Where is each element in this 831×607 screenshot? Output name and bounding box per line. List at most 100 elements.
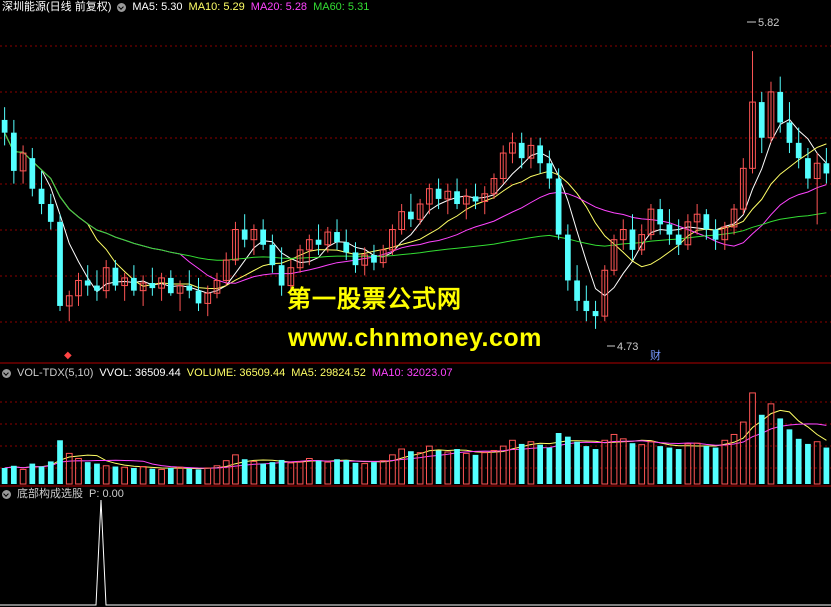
candle-body <box>84 280 91 286</box>
candle-body <box>435 188 442 199</box>
vvol-label: VVOL: 36509.44 <box>99 367 181 379</box>
volume-bar <box>647 441 655 485</box>
volume-bar <box>712 447 719 484</box>
candle <box>158 272 165 301</box>
candle <box>610 234 618 276</box>
volume-bar <box>204 467 212 485</box>
candle-body <box>546 163 553 179</box>
ma20-label: MA20: 5.28 <box>250 1 308 13</box>
candle <box>462 188 470 220</box>
volume-bar <box>278 459 285 484</box>
candle <box>10 119 17 184</box>
volume-bar <box>186 468 193 484</box>
signal-options-icon[interactable] <box>2 489 11 499</box>
candle-body <box>454 191 460 205</box>
candle-body <box>518 142 525 159</box>
candle <box>213 272 221 299</box>
volume-bar <box>795 438 802 484</box>
candle <box>398 204 406 235</box>
ma5-line <box>4 118 827 297</box>
candle-body <box>352 252 359 266</box>
volume-bar <box>47 461 54 484</box>
volume-bar <box>684 443 692 485</box>
moving-averages <box>4 118 827 297</box>
candle <box>296 244 304 273</box>
candle-body <box>315 239 322 245</box>
volume-bar <box>546 447 553 484</box>
candle <box>334 219 340 250</box>
candle <box>19 145 27 184</box>
volume-bar <box>721 439 729 485</box>
candle <box>408 193 414 227</box>
candle-body <box>777 91 784 123</box>
candle <box>537 137 544 174</box>
candle-body <box>564 234 571 281</box>
candle-body <box>758 102 765 138</box>
volume-bar <box>75 458 82 485</box>
volume-bar <box>564 436 571 484</box>
volume-bar <box>260 463 267 484</box>
signal-header: 底部构成选股 P: 0.00 <box>2 487 124 501</box>
candle-body <box>657 209 664 225</box>
stock-title: 深圳能源(日线 前复权) <box>2 1 112 13</box>
volume-bar <box>739 421 747 485</box>
volume-bar <box>102 465 110 485</box>
candle <box>361 247 369 276</box>
volume-bar <box>352 462 359 484</box>
volume-bar <box>398 448 406 485</box>
candle-body <box>57 221 63 306</box>
candle <box>777 76 784 133</box>
candle-body <box>703 214 710 230</box>
candle-body <box>167 277 174 294</box>
volume-bar <box>767 403 775 485</box>
candle <box>592 300 599 329</box>
volume-bars[interactable] <box>1 392 830 485</box>
volume-bar <box>361 463 369 485</box>
volume-bar <box>121 466 129 485</box>
options-icon[interactable] <box>117 2 127 12</box>
volume-averages <box>4 409 827 470</box>
volume-bar <box>158 468 165 485</box>
volume-bar <box>758 414 765 484</box>
candle <box>94 270 100 301</box>
candle <box>139 275 147 306</box>
candle-body <box>592 311 599 317</box>
candle <box>444 183 452 215</box>
candle-body <box>786 122 793 143</box>
candle-body <box>29 158 36 189</box>
volume-bar <box>601 439 609 485</box>
volume-bar <box>805 443 811 484</box>
candle <box>638 224 646 255</box>
candle <box>47 193 54 230</box>
candle <box>795 127 802 169</box>
volume-bar <box>389 454 396 485</box>
candle-body <box>38 188 45 205</box>
ma10-line <box>4 132 827 290</box>
volume-bar <box>371 462 377 484</box>
volume-bar <box>57 440 63 484</box>
grid-lines <box>0 45 831 487</box>
vol-ma5-label: MA5: 29824.52 <box>291 367 366 379</box>
volume-bar <box>296 461 304 485</box>
watermark-url: www.chnmoney.com <box>288 324 542 352</box>
candle <box>57 214 63 312</box>
candle <box>805 147 811 189</box>
volume-bar <box>343 459 350 484</box>
candle <box>195 277 202 312</box>
volume-options-icon[interactable] <box>2 368 11 378</box>
candle-body <box>195 290 202 304</box>
signal-indicator-name: 底部构成选股 <box>17 488 83 500</box>
event-marker: ◆ <box>64 350 72 361</box>
volume-bar <box>629 443 636 484</box>
candle <box>749 51 756 174</box>
price-header: 深圳能源(日线 前复权) MA5: 5.30 MA10: 5.29 MA20: … <box>2 0 369 14</box>
candle <box>823 147 830 184</box>
candle <box>352 242 359 273</box>
volume-bar <box>19 468 27 485</box>
volume-label: VOLUME: 36509.44 <box>186 367 286 379</box>
candle <box>629 214 636 261</box>
candle-body <box>1 119 8 133</box>
candle <box>454 178 460 210</box>
candle <box>222 252 230 286</box>
volume-bar <box>112 466 119 484</box>
